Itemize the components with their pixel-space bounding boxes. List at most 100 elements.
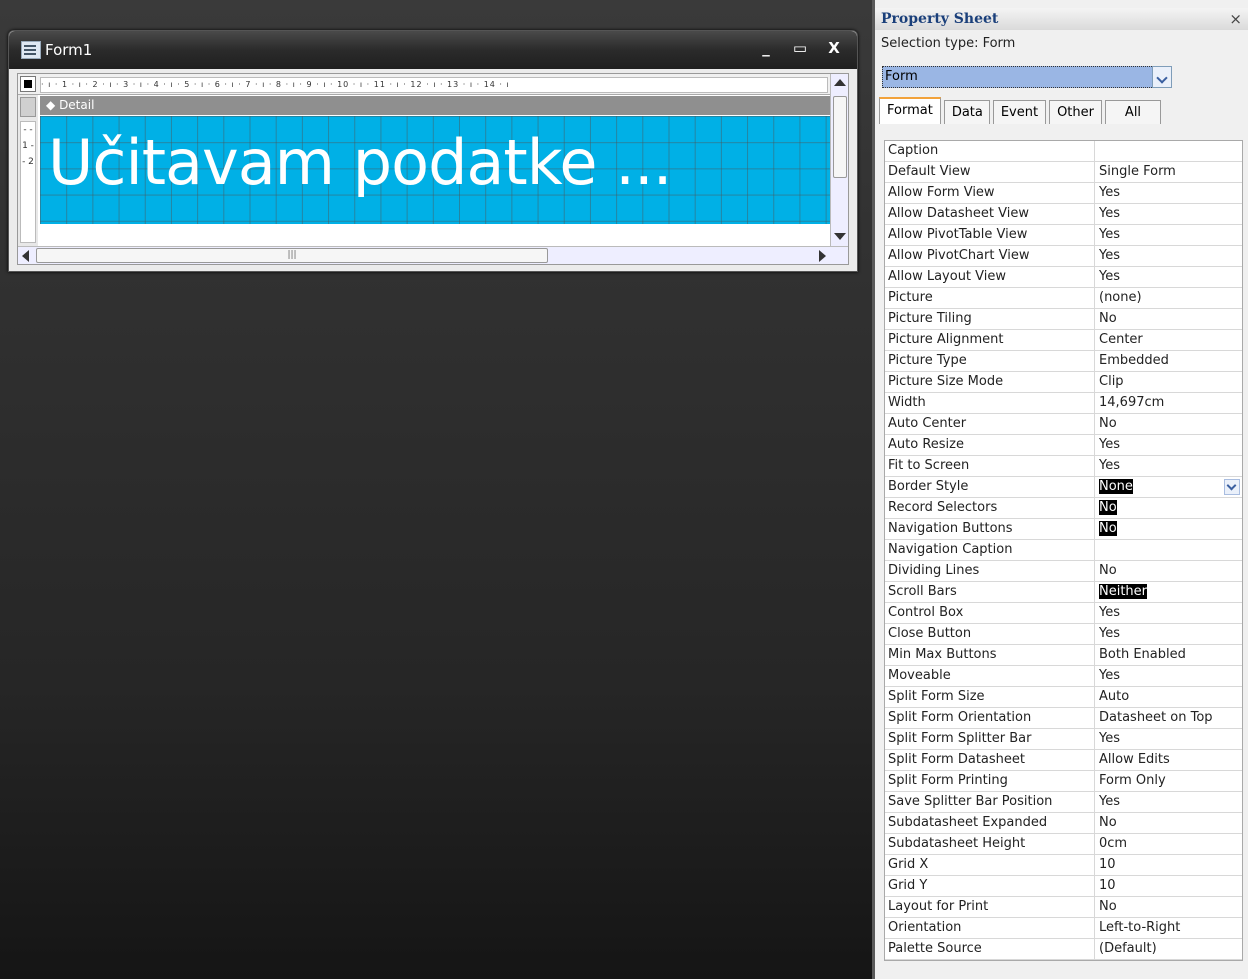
close-button[interactable]: X	[825, 39, 843, 57]
property-row[interactable]: Allow Form View Yes	[885, 183, 1242, 204]
loading-label-control[interactable]: Učitavam podatke ...	[48, 126, 672, 199]
property-value[interactable]: (none)	[1095, 288, 1242, 308]
property-row[interactable]: Width 14,697cm	[885, 393, 1242, 414]
property-sheet-close-icon[interactable]: ×	[1229, 10, 1242, 28]
property-value[interactable]: No	[1095, 498, 1242, 518]
tab-event[interactable]: Event	[992, 100, 1047, 124]
chevron-down-icon[interactable]	[1152, 66, 1172, 88]
form-selector-button[interactable]	[20, 76, 36, 92]
property-row[interactable]: Grid Y 10	[885, 876, 1242, 897]
property-row[interactable]: Palette Source (Default)	[885, 939, 1242, 960]
property-row[interactable]: Allow PivotTable View Yes	[885, 225, 1242, 246]
maximize-button[interactable]: ▭	[791, 39, 809, 57]
property-row[interactable]: Navigation Buttons No	[885, 519, 1242, 540]
property-row[interactable]: Fit to Screen Yes	[885, 456, 1242, 477]
property-row[interactable]: Record Selectors No	[885, 498, 1242, 519]
form-title-bar[interactable]: Form1 _ ▭ X	[9, 31, 857, 69]
horizontal-ruler[interactable]: · ı · 1 · ı · 2 · ı · 3 · ı · 4 · ı · 5 …	[40, 77, 828, 93]
property-row[interactable]: Min Max Buttons Both Enabled	[885, 645, 1242, 666]
property-row[interactable]: Split Form Splitter Bar Yes	[885, 729, 1242, 750]
property-value[interactable]	[1095, 141, 1242, 161]
tab-other[interactable]: Other	[1049, 100, 1102, 124]
property-value[interactable]: Yes	[1095, 624, 1242, 644]
property-value[interactable]	[1095, 540, 1242, 560]
property-value[interactable]: Center	[1095, 330, 1242, 350]
scroll-right-arrow-icon[interactable]	[819, 250, 826, 262]
property-row[interactable]: Navigation Caption	[885, 540, 1242, 561]
property-value[interactable]: No	[1095, 813, 1242, 833]
property-value[interactable]: Neither	[1095, 582, 1242, 602]
property-row[interactable]: Subdatasheet Expanded No	[885, 813, 1242, 834]
property-value[interactable]: Auto	[1095, 687, 1242, 707]
property-value[interactable]: 10	[1095, 876, 1242, 896]
property-row[interactable]: Grid X 10	[885, 855, 1242, 876]
property-row[interactable]: Save Splitter Bar Position Yes	[885, 792, 1242, 813]
property-value[interactable]: 10	[1095, 855, 1242, 875]
property-row[interactable]: Picture Alignment Center	[885, 330, 1242, 351]
property-row[interactable]: Subdatasheet Height 0cm	[885, 834, 1242, 855]
scroll-up-arrow-icon[interactable]	[834, 79, 846, 86]
property-value[interactable]: Form Only	[1095, 771, 1242, 791]
property-row[interactable]: Auto Center No	[885, 414, 1242, 435]
property-row[interactable]: Allow PivotChart View Yes	[885, 246, 1242, 267]
vertical-scroll-thumb[interactable]	[833, 96, 847, 178]
detail-section-grid[interactable]: Učitavam podatke ...	[40, 116, 830, 224]
property-row[interactable]: Border Style None	[885, 477, 1242, 498]
tab-data[interactable]: Data	[943, 100, 990, 124]
property-row[interactable]: Picture Type Embedded	[885, 351, 1242, 372]
property-row[interactable]: Split Form Orientation Datasheet on Top	[885, 708, 1242, 729]
property-value[interactable]: Yes	[1095, 225, 1242, 245]
property-row[interactable]: Moveable Yes	[885, 666, 1242, 687]
property-row[interactable]: Auto Resize Yes	[885, 435, 1242, 456]
property-value[interactable]: No	[1095, 561, 1242, 581]
property-value[interactable]: Both Enabled	[1095, 645, 1242, 665]
property-value[interactable]: Yes	[1095, 435, 1242, 455]
property-value[interactable]: 14,697cm	[1095, 393, 1242, 413]
property-value[interactable]: Yes	[1095, 204, 1242, 224]
detail-section-bar[interactable]: ◆ Detail	[40, 96, 830, 115]
minimize-button[interactable]: _	[757, 39, 775, 57]
scroll-left-arrow-icon[interactable]	[22, 250, 29, 262]
property-row[interactable]: Split Form Datasheet Allow Edits	[885, 750, 1242, 771]
property-row[interactable]: Split Form Printing Form Only	[885, 771, 1242, 792]
property-value[interactable]: Left-to-Right	[1095, 918, 1242, 938]
chevron-down-icon[interactable]	[1224, 479, 1240, 495]
property-value[interactable]: No	[1095, 309, 1242, 329]
vertical-ruler[interactable]: - - 1 - - 2	[20, 121, 36, 243]
property-value[interactable]: Embedded	[1095, 351, 1242, 371]
property-row[interactable]: Split Form Size Auto	[885, 687, 1242, 708]
property-row[interactable]: Picture (none)	[885, 288, 1242, 309]
scroll-down-arrow-icon[interactable]	[834, 233, 846, 240]
property-value[interactable]: Datasheet on Top	[1095, 708, 1242, 728]
property-row[interactable]: Scroll Bars Neither	[885, 582, 1242, 603]
property-row[interactable]: Close Button Yes	[885, 624, 1242, 645]
property-value[interactable]: Yes	[1095, 729, 1242, 749]
property-value[interactable]: Yes	[1095, 666, 1242, 686]
property-row[interactable]: Allow Datasheet View Yes	[885, 204, 1242, 225]
property-value[interactable]: None	[1095, 477, 1242, 497]
tab-all[interactable]: All	[1104, 100, 1161, 124]
property-row[interactable]: Default View Single Form	[885, 162, 1242, 183]
property-value[interactable]: No	[1095, 519, 1242, 539]
property-row[interactable]: Caption	[885, 141, 1242, 162]
section-selector[interactable]	[20, 97, 36, 117]
property-row[interactable]: Dividing Lines No	[885, 561, 1242, 582]
tab-format[interactable]: Format	[879, 97, 941, 124]
property-row[interactable]: Orientation Left-to-Right	[885, 918, 1242, 939]
property-row[interactable]: Allow Layout View Yes	[885, 267, 1242, 288]
property-value[interactable]: Yes	[1095, 183, 1242, 203]
property-value[interactable]: Allow Edits	[1095, 750, 1242, 770]
property-value[interactable]: (Default)	[1095, 939, 1242, 959]
property-value[interactable]: Single Form	[1095, 162, 1242, 182]
property-value[interactable]: No	[1095, 897, 1242, 917]
object-selector-combo[interactable]: Form	[882, 66, 1172, 88]
property-row[interactable]: Layout for Print No	[885, 897, 1242, 918]
property-value[interactable]: Yes	[1095, 246, 1242, 266]
horizontal-scrollbar[interactable]: |||	[18, 246, 848, 264]
property-value[interactable]: 0cm	[1095, 834, 1242, 854]
horizontal-scroll-thumb[interactable]: |||	[36, 248, 548, 263]
property-value[interactable]: No	[1095, 414, 1242, 434]
property-row[interactable]: Picture Tiling No	[885, 309, 1242, 330]
property-value[interactable]: Yes	[1095, 267, 1242, 287]
property-value[interactable]: Clip	[1095, 372, 1242, 392]
